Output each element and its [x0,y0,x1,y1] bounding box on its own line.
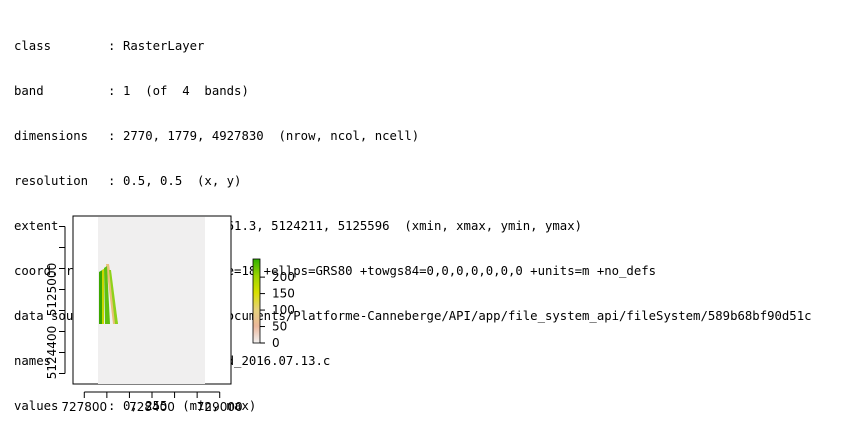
summary-value: RasterLayer [123,39,205,53]
legend-tick-label: 200 [272,270,295,284]
x-axis: 727800 728400 729000 [61,391,243,414]
field-yellow-edge [102,269,104,324]
legend-tick-label: 100 [272,303,295,317]
legend-tick-label: 50 [272,320,287,334]
summary-key: resolution [14,174,89,188]
summary-sep: : [108,39,116,53]
summary-row-band: band:1 (of 4 bands) [14,84,812,99]
legend-tick-label: 150 [272,287,295,301]
x-tick-label: 729000 [197,400,243,414]
summary-sep: : [108,84,116,98]
y-axis: 5124400 5125000 [45,226,66,379]
summary-sep: : [108,129,116,143]
summary-sep: : [108,174,116,188]
x-tick-label: 727800 [61,400,107,414]
x-tick-label: 728400 [129,400,175,414]
y-tick-label: 5124400 [45,326,59,379]
summary-row-resolution: resolution:0.5, 0.5 (x, y) [14,174,812,189]
summary-key: band [14,84,44,98]
legend-ticks: 0 50 100 150 200 [260,270,295,350]
summary-value: 0.5, 0.5 (x, y) [123,174,242,188]
summary-value: 2770, 1779, 4927830 (nrow, ncol, ncell) [123,129,420,143]
summary-value: 1 (of 4 bands) [123,84,249,98]
summary-row-class: class: RasterLayer [14,39,812,54]
y-tick-label: 5125000 [45,263,59,316]
summary-key: dimensions [14,129,89,143]
summary-row-dimensions: dimensions:2770, 1779, 4927830 (nrow, nc… [14,129,812,144]
raster-plot: 727800 728400 729000 5124400 5125000 0 50 100… [45,215,295,414]
legend-tick-label: 0 [272,336,280,350]
legend-colorbar [252,258,261,344]
summary-key: class [14,39,52,53]
